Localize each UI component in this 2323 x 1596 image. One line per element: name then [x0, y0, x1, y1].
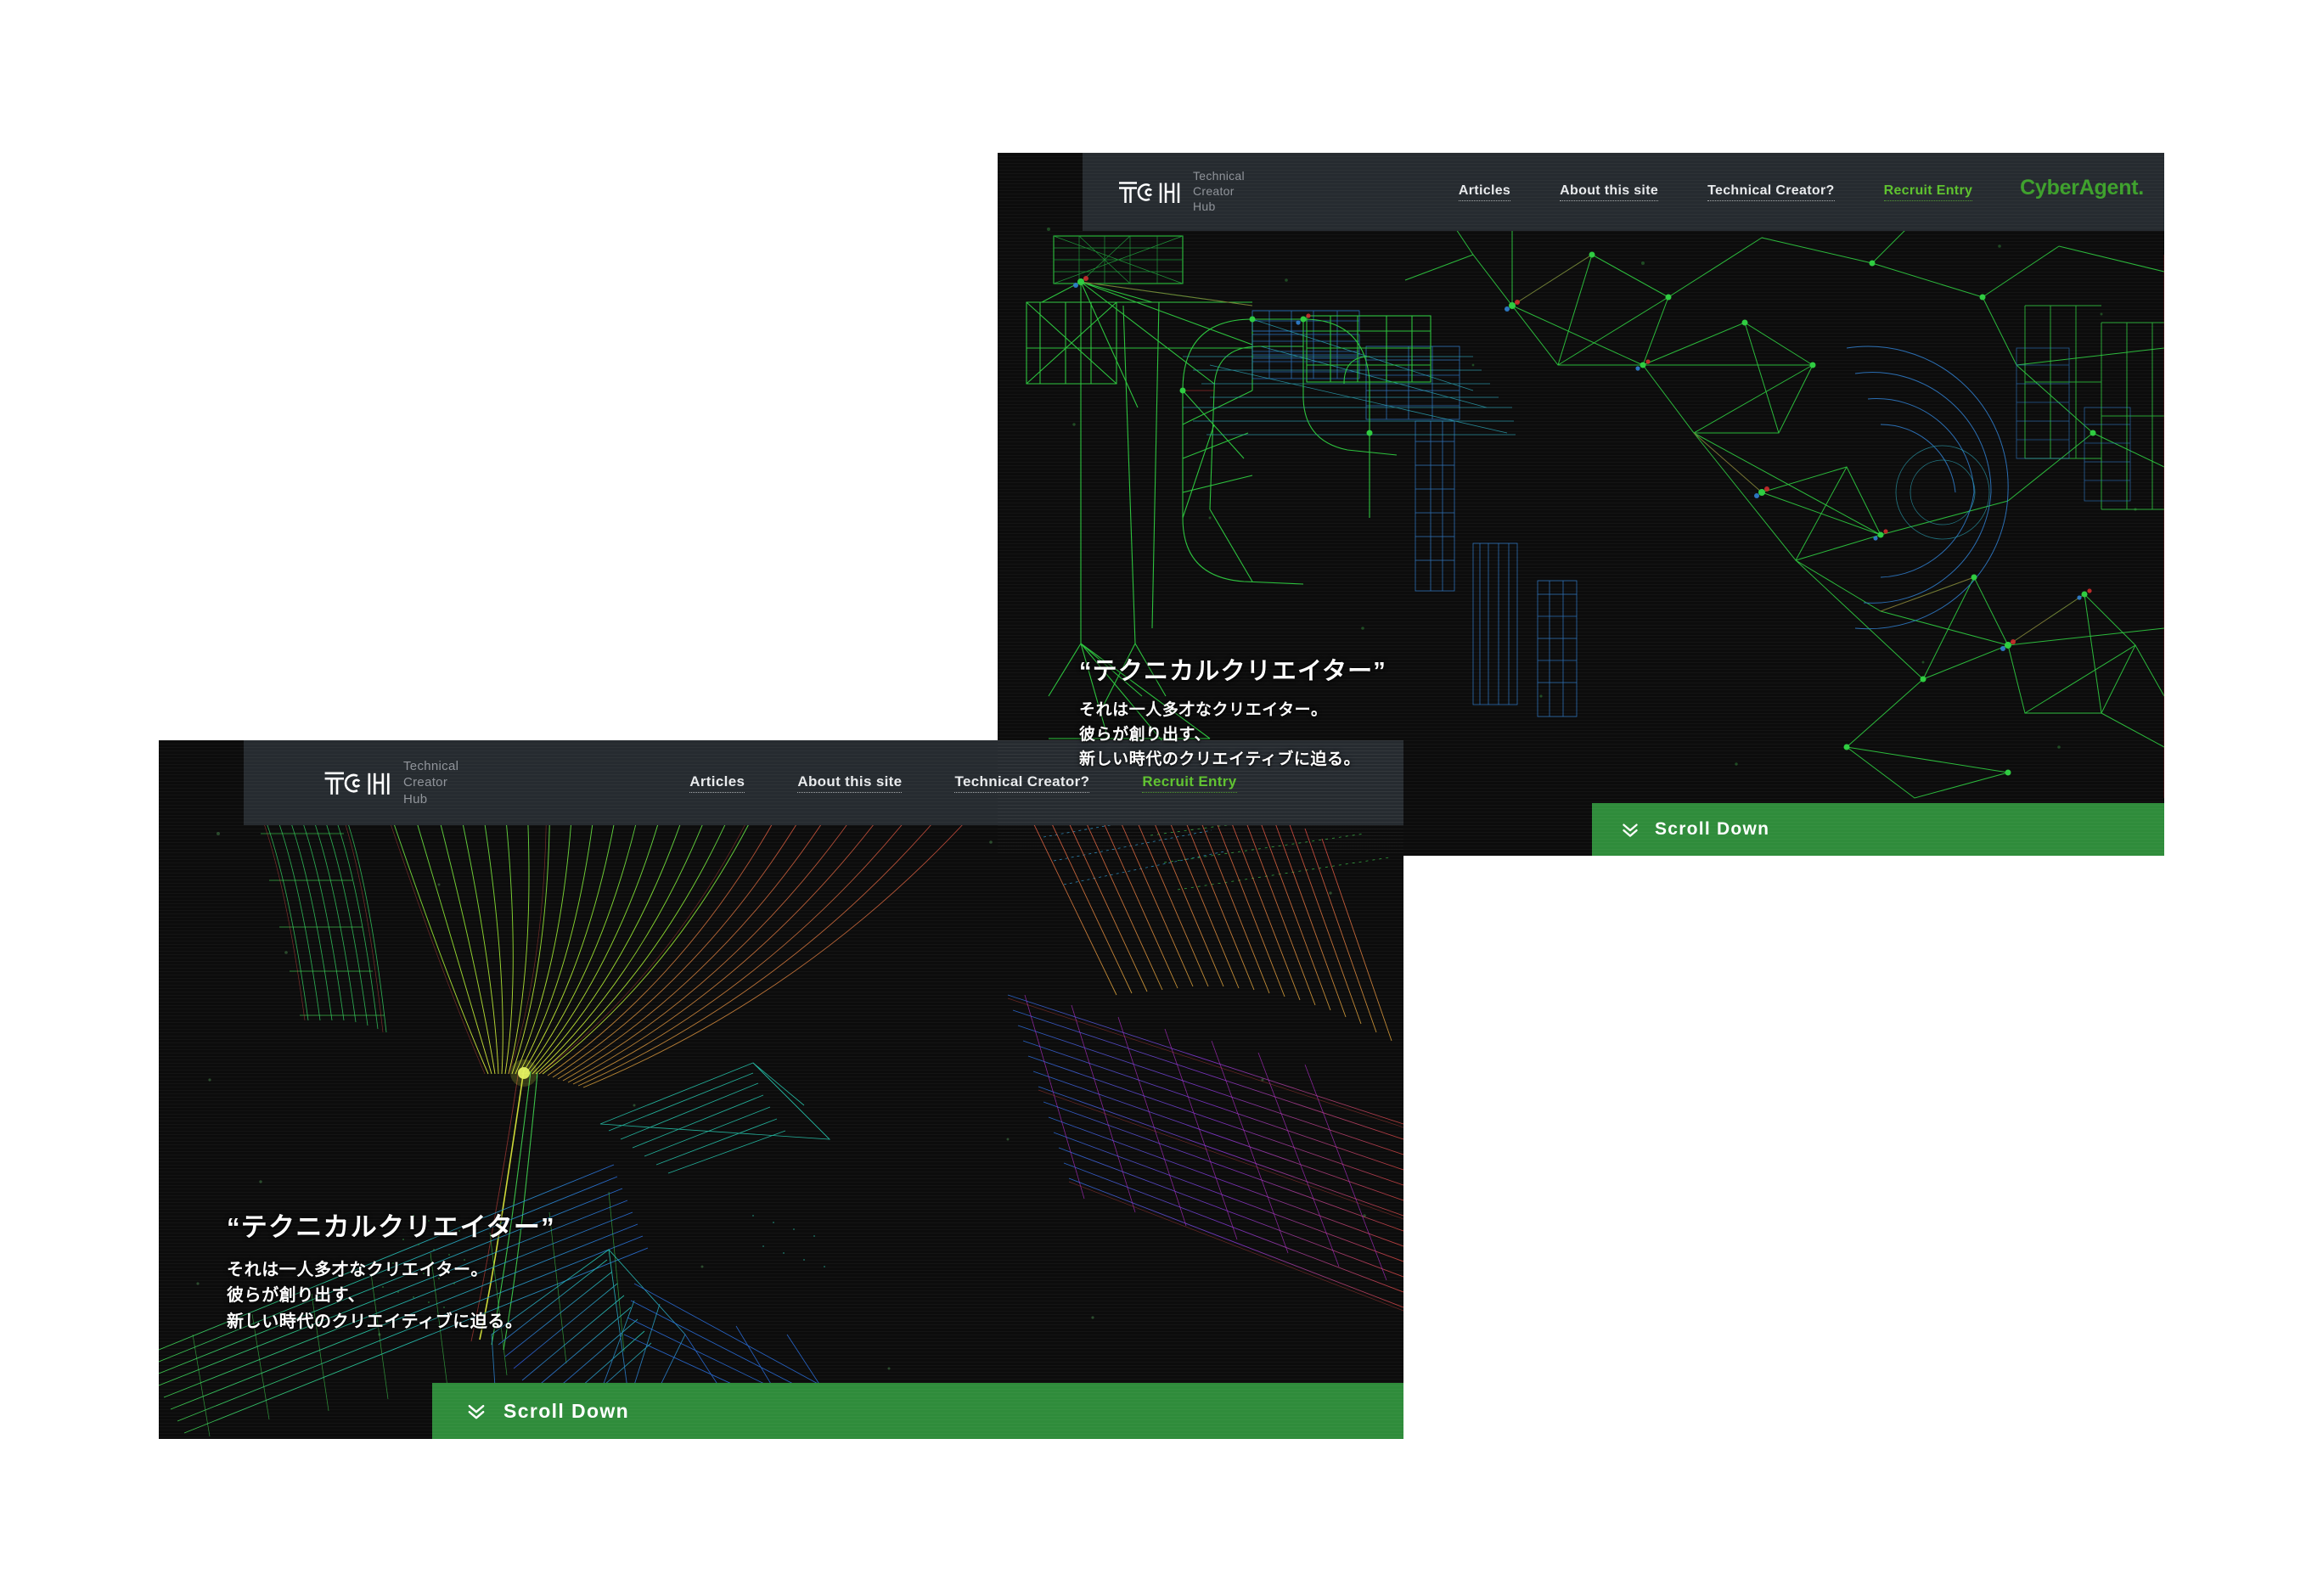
hero-line-3: 新しい時代のクリエイティブに迫る。 [227, 1312, 523, 1332]
hero-copy: “テクニカルクリエイター” それは一人多才なクリエイター。 彼らが創り出す、 新… [1079, 651, 1386, 773]
logo-line-1: Technical [1193, 169, 1245, 183]
hero-line-3: 新しい時代のクリエイティブに迫る。 [1079, 750, 1361, 769]
cyberagent-logo-dot: . [2138, 176, 2144, 200]
logo-line-2: Creator [1193, 184, 1235, 199]
hero-line-1: それは一人多才なクリエイター。 [227, 1260, 488, 1279]
nav-articles[interactable]: Articles [1458, 183, 1511, 201]
hero-line-2: 彼らが創り出す、 [227, 1286, 366, 1306]
main-nav: Articles About this site Technical Creat… [689, 773, 1237, 793]
site-logo[interactable]: Technical Creator Hub [323, 758, 458, 807]
nav-about-this-site[interactable]: About this site [797, 773, 903, 793]
nav-technical-creator[interactable]: Technical Creator? [954, 773, 1090, 793]
main-nav: Articles About this site Technical Creat… [1458, 183, 1973, 201]
browser-window-tch-mesh: Technical Creator Hub Articles About thi… [159, 740, 1403, 1439]
tch-logo-icon [1119, 182, 1180, 203]
hero-description: それは一人多才なクリエイター。 彼らが創り出す、 新しい時代のクリエイティブに迫… [227, 1257, 555, 1335]
scroll-down-bar[interactable]: Scroll Down [432, 1383, 1403, 1439]
cyberagent-logo-text: CyberAgent [2020, 176, 2139, 200]
hero-description: それは一人多才なクリエイター。 彼らが創り出す、 新しい時代のクリエイティブに迫… [1079, 699, 1386, 773]
logo-line-3: Hub [1193, 199, 1216, 213]
logo-line-2: Creator [403, 775, 448, 790]
double-chevron-down-icon [1623, 823, 1638, 837]
cyberagent-logo[interactable]: CyberAgent. [2020, 176, 2144, 200]
hero-line-1: それは一人多才なクリエイター。 [1079, 701, 1328, 720]
nav-technical-creator[interactable]: Technical Creator? [1707, 183, 1835, 201]
scroll-down-label: Scroll Down [1655, 819, 1770, 839]
logo-line-3: Hub [403, 791, 428, 806]
nav-recruit-entry[interactable]: Recruit Entry [1142, 773, 1237, 793]
scroll-down-label: Scroll Down [503, 1399, 630, 1422]
site-header: Technical Creator Hub Articles About thi… [1083, 153, 2164, 231]
double-chevron-down-icon [468, 1404, 485, 1419]
hero-line-2: 彼らが創り出す、 [1079, 726, 1212, 745]
nav-recruit-entry[interactable]: Recruit Entry [1883, 183, 1973, 201]
hero-title: “テクニカルクリエイター” [1079, 658, 1386, 686]
scroll-down-bar[interactable]: Scroll Down [1592, 803, 2164, 856]
browser-window-tch-letters: Technical Creator Hub Articles About thi… [998, 153, 2164, 856]
screenshot-canvas: Technical Creator Hub Articles About thi… [0, 0, 2323, 1596]
nav-about-this-site[interactable]: About this site [1560, 183, 1659, 201]
hero-title: “テクニカルクリエイター” [227, 1211, 555, 1242]
site-logo[interactable]: Technical Creator Hub [1118, 169, 1245, 215]
tch-logo-icon [324, 772, 390, 795]
logo-wordmark: Technical Creator Hub [403, 758, 458, 807]
nav-articles[interactable]: Articles [689, 773, 745, 793]
logo-line-1: Technical [403, 759, 459, 774]
logo-wordmark: Technical Creator Hub [1193, 169, 1245, 215]
hero-copy: “テクニカルクリエイター” それは一人多才なクリエイター。 彼らが創り出す、 新… [227, 1205, 555, 1335]
